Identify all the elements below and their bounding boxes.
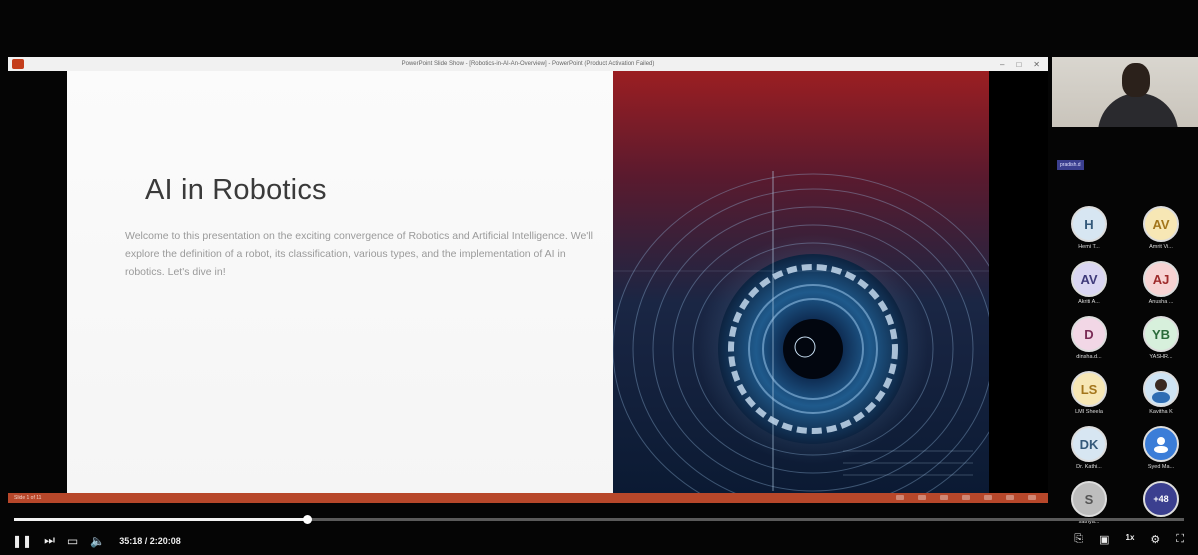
presenter-video [1052,57,1198,127]
participant-tile[interactable]: YB YASHR... [1136,316,1186,366]
participant-avatar: DK [1071,426,1107,462]
participant-tile[interactable]: AV Amrit Vi... [1136,206,1186,256]
participant-tile[interactable]: D dinsha.d... [1064,316,1114,366]
presenter-body [1098,93,1178,127]
volume-icon[interactable]: 🔈 [90,534,105,548]
window-title: PowerPoint Slide Show - [Robotics-in-AI-… [401,61,655,67]
participant-photo [1143,371,1179,407]
participant-tile[interactable]: Syed Ma... [1136,426,1186,476]
slideshow-icon[interactable] [1006,495,1014,500]
participant-name: YASHR... [1149,354,1173,360]
powerpoint-status-bar: Slide 1 of 11 [8,493,1048,503]
default-user-icon [1154,437,1168,453]
comments-icon[interactable] [918,495,926,500]
participant-avatar: D [1071,316,1107,352]
person-photo-icon [1152,379,1170,403]
view-controls [896,495,1036,500]
participant-name: Syed Ma... [1147,464,1175,470]
maximize-button[interactable]: □ [1016,60,1021,69]
participant-name: dinsha.d... [1076,354,1102,360]
player-controls: ❚❚ ⏭ ▭ 🔈 35:18 / 2:20:08 ⎘ ▣ 1x ⚙ ⛶ [0,526,1198,555]
skip-next-icon[interactable]: ⏭ [44,533,55,548]
participant-name: Hemi T... [1078,244,1100,250]
presenter-name-tag: pradish.d [1057,160,1084,170]
progress-handle[interactable] [302,515,312,524]
normal-view-icon[interactable] [940,495,948,500]
powerpoint-title-bar: PowerPoint Slide Show - [Robotics-in-AI-… [8,57,1048,71]
slide-sorter-icon[interactable] [962,495,970,500]
presenter-head [1122,63,1150,97]
screen: { "ppt_window": { "title": "PowerPoint S… [0,0,1198,555]
progress-fill [14,518,307,521]
participant-avatar: YB [1143,316,1179,352]
participant-tile[interactable]: LS LMI Sheela [1064,371,1114,421]
participant-tile[interactable]: AJ Anusha ... [1136,261,1186,311]
pause-icon[interactable]: ❚❚ [12,534,32,548]
player-right-controls: ⎘ ▣ 1x ⚙ ⛶ [1074,533,1184,546]
participant-tile[interactable]: S sathya... [1064,481,1114,531]
participant-avatar: S [1071,481,1107,517]
window-controls: – □ ✕ [1000,57,1040,71]
slide-text-panel: AI in Robotics Welcome to this presentat… [67,71,613,493]
participant-tile[interactable]: H Hemi T... [1064,206,1114,256]
participant-avatar: H [1071,206,1107,242]
participant-avatar: AV [1143,206,1179,242]
participant-avatar-default [1143,426,1179,462]
participant-avatar: AJ [1143,261,1179,297]
participant-avatar: LS [1071,371,1107,407]
minimize-button[interactable]: – [1000,60,1004,69]
subtitles-icon[interactable]: ▣ [1099,533,1109,546]
playback-time: 35:18 / 2:20:08 [119,535,181,546]
slide-title: AI in Robotics [145,174,327,206]
notes-icon[interactable] [896,495,904,500]
participant-name: Anusha ... [1148,299,1174,305]
captions-icon[interactable]: ▭ [67,534,78,548]
participant-tile[interactable]: Kavitha K [1136,371,1186,421]
participant-tile[interactable]: AV Akriti A... [1064,261,1114,311]
slide-counter: Slide 1 of 11 [14,495,42,501]
settings-icon[interactable]: ⚙ [1150,533,1160,546]
more-participants-count: +48 [1143,481,1179,517]
reading-view-icon[interactable] [984,495,992,500]
participant-name: Dr. Kathi... [1076,464,1102,470]
participant-name: Kavitha K [1149,409,1173,415]
bookmark-icon[interactable]: ⎘ [1074,533,1083,546]
slide: AI in Robotics Welcome to this presentat… [67,71,989,493]
video-progress-bar[interactable] [14,515,1184,524]
participant-tile[interactable]: DK Dr. Kathi... [1064,426,1114,476]
close-button[interactable]: ✕ [1033,60,1040,69]
robotic-eye-image [613,71,989,493]
slide-body-text: Welcome to this presentation on the exci… [125,230,593,278]
zoom-icon[interactable] [1028,495,1036,500]
participant-avatar: AV [1071,261,1107,297]
playback-speed[interactable]: 1x [1126,533,1135,546]
participant-name: Akriti A... [1078,299,1100,305]
participant-name: Amrit Vi... [1149,244,1173,250]
more-participants-tile[interactable]: +48 [1136,481,1186,531]
participant-name: LMI Sheela [1075,409,1103,415]
fullscreen-icon[interactable]: ⛶ [1176,533,1184,546]
slide-side-gap [989,71,1048,493]
